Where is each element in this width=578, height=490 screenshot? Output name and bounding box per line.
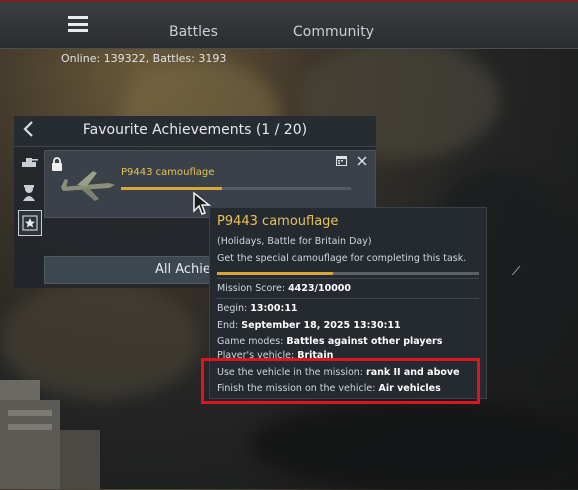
plane-icon xyxy=(61,171,115,201)
highlight-box xyxy=(201,358,480,404)
nav-battles[interactable]: Battles xyxy=(169,24,218,40)
end-time: End: September 18, 2025 13:30:11 xyxy=(217,320,401,331)
close-icon[interactable] xyxy=(357,155,367,169)
tooltip-subtitle: (Holidays, Battle for Britain Day) xyxy=(217,236,372,247)
game-modes: Game modes: Battles against other player… xyxy=(217,336,443,347)
all-achievements-label: All Achie xyxy=(155,262,211,277)
tab-crew[interactable] xyxy=(18,180,40,204)
players-vehicle: Player's vehicle: Britain xyxy=(217,350,334,358)
achievement-progress-bar xyxy=(121,187,351,190)
ruin-structure xyxy=(0,380,100,489)
tab-favourites[interactable] xyxy=(18,210,42,236)
panel-title: Favourite Achievements (1 / 20) xyxy=(82,122,308,138)
tooltip-divider xyxy=(217,298,479,299)
tooltip-description: Get the special camouflage for completin… xyxy=(217,253,467,264)
nav-community[interactable]: Community xyxy=(293,24,374,40)
tooltip-title: P9443 camouflage xyxy=(217,214,339,229)
category-tabs xyxy=(14,150,42,242)
tooltip-divider xyxy=(217,278,479,279)
begin-time: Begin: 13:00:11 xyxy=(217,303,298,314)
top-navigation-bar: Battles Community xyxy=(0,0,578,49)
star-icon xyxy=(22,215,38,231)
calendar-icon[interactable] xyxy=(336,155,351,169)
online-status: Online: 139322, Battles: 3193 xyxy=(61,52,227,65)
hamburger-icon[interactable] xyxy=(68,16,88,32)
tooltip-progress-bar xyxy=(217,272,479,275)
panel-header: Favourite Achievements (1 / 20) xyxy=(14,116,376,147)
tab-ground-vehicles[interactable] xyxy=(18,150,40,174)
soldier-icon xyxy=(23,185,35,201)
loading-indicator: ⟋ xyxy=(512,264,521,278)
tank-icon xyxy=(22,158,38,167)
mission-score: Mission Score: 4423/10000 xyxy=(217,283,352,294)
achievement-name: P9443 camouflage xyxy=(121,167,215,178)
